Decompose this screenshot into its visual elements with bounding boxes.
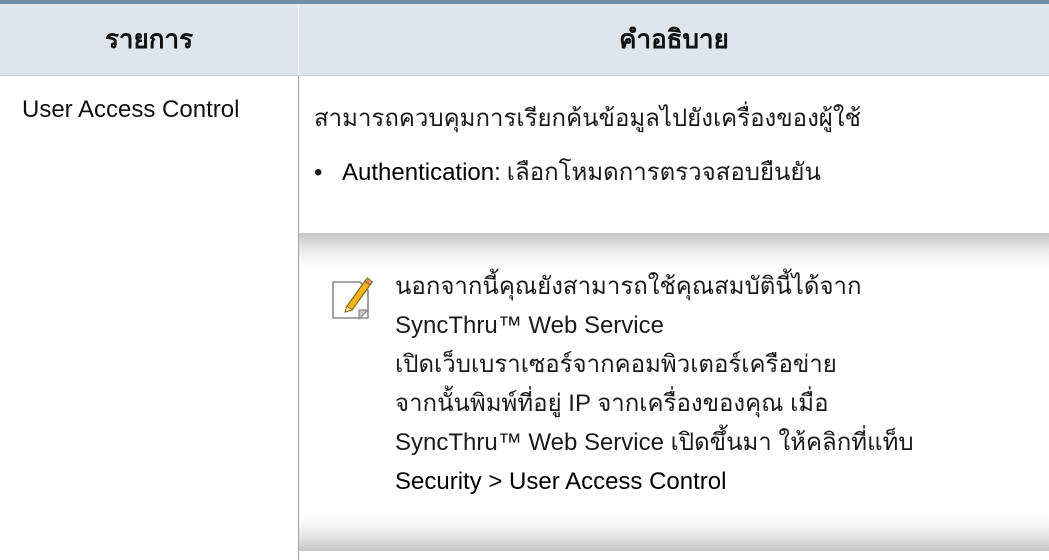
- bullet-text: เลือกโหมดการตรวจสอบยืนยัน: [506, 159, 821, 186]
- note-menu-path: Security > User Access Control: [395, 468, 727, 495]
- settings-table: รายการ คำอธิบาย User Access Control สามา…: [0, 0, 1049, 560]
- note-line: SyncThru™ Web Service เปิดขึ้นมา ให้คลิก…: [395, 429, 914, 456]
- header-item: รายการ: [104, 24, 194, 54]
- note-text: นอกจากนี้คุณยังสามารถใช้คุณสมบัตินี้ได้จ…: [395, 267, 1035, 501]
- header-description: คำอธิบาย: [619, 24, 729, 54]
- row-item-name: User Access Control: [22, 96, 240, 123]
- row-description: สามารถควบคุมการเรียกค้นข้อมูลไปยังเครื่อ…: [314, 105, 861, 132]
- bullet-item: • Authentication: เลือกโหมดการตรวจสอบยืนยั…: [314, 152, 821, 191]
- note-line: จากนั้นพิมพ์ที่อยู่ IP จากเครื่องของคุณ …: [395, 390, 829, 417]
- note-pencil-icon: [332, 277, 374, 320]
- note-line: นอกจากนี้คุณยังสามารถใช้คุณสมบัตินี้ได้จ…: [395, 273, 862, 300]
- note-line: เปิดเว็บเบราเซอร์จากคอมพิวเตอร์เครือข่าย: [395, 351, 837, 378]
- bullet-label: Authentication:: [342, 159, 501, 186]
- bullet-dot: •: [314, 159, 323, 186]
- table-header: รายการ คำอธิบาย: [0, 4, 1049, 76]
- note-line: SyncThru™ Web Service: [395, 312, 664, 339]
